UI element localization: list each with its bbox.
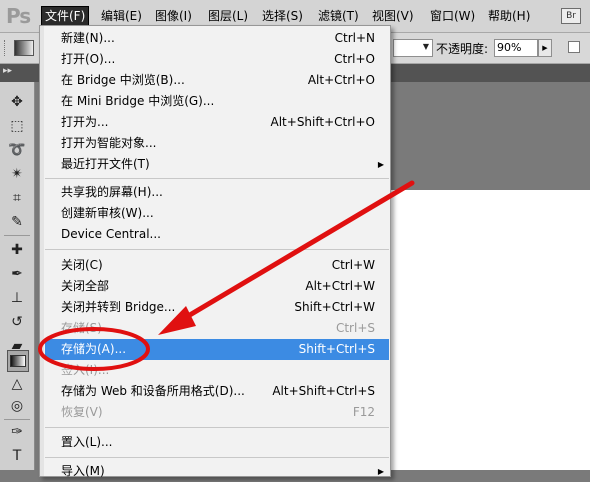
menu-item-new[interactable]: 新建(N)... Ctrl+N	[45, 28, 389, 49]
marquee-icon[interactable]: ⬚	[7, 116, 27, 136]
menu-item-open-as[interactable]: 打开为... Alt+Shift+Ctrl+O	[45, 112, 389, 133]
menu-item-place[interactable]: 置入(L)...	[45, 432, 389, 453]
lasso-icon[interactable]: ➰	[7, 140, 27, 160]
submenu-arrow-icon: ▶	[377, 160, 384, 169]
history-brush-icon[interactable]: ↺	[7, 312, 27, 332]
menu-separator	[45, 457, 389, 458]
bridge-launch-button[interactable]: Br	[561, 8, 581, 24]
option-checkbox[interactable]	[568, 41, 580, 53]
workspace-background	[374, 82, 590, 190]
menu-item-device-central[interactable]: Device Central...	[45, 224, 389, 245]
healing-brush-icon[interactable]: ✚	[7, 240, 27, 260]
chevron-down-icon: ▼	[422, 42, 429, 51]
menu-layer[interactable]: 图层(L)	[205, 7, 251, 25]
menu-item-close[interactable]: 关闭(C) Ctrl+W	[45, 255, 389, 276]
menu-separator	[45, 427, 389, 428]
menu-item-close-all[interactable]: 关闭全部 Alt+Ctrl+W	[45, 276, 389, 297]
menu-item-share-screen[interactable]: 共享我的屏幕(H)...	[45, 182, 389, 203]
gradient-icon[interactable]	[7, 350, 29, 372]
photoshop-logo: Ps	[6, 4, 31, 28]
magic-wand-icon[interactable]: ✴	[7, 164, 27, 184]
file-menu: 新建(N)... Ctrl+N 打开(O)... Ctrl+O 在 Bridge…	[39, 25, 391, 478]
brush-icon[interactable]: ✒	[7, 264, 27, 284]
pen-icon[interactable]: ✑	[7, 422, 27, 442]
dodge-icon[interactable]: ◎	[7, 396, 27, 416]
blur-icon[interactable]: △	[7, 374, 27, 394]
type-icon[interactable]: T	[7, 446, 27, 466]
menu-item-close-go-bridge[interactable]: 关闭并转到 Bridge... Shift+Ctrl+W	[45, 297, 389, 318]
options-grip[interactable]	[4, 40, 7, 56]
menu-item-import[interactable]: 导入(M) ▶	[45, 461, 389, 482]
tool-divider	[4, 235, 30, 236]
menu-separator	[45, 249, 389, 250]
opacity-label: 不透明度:	[436, 42, 489, 56]
crop-icon[interactable]: ⌗	[7, 188, 27, 208]
menu-select[interactable]: 选择(S)	[259, 7, 306, 25]
menu-window[interactable]: 窗口(W)	[427, 7, 478, 25]
menu-item-open-smart-object[interactable]: 打开为智能对象...	[45, 133, 389, 154]
menu-item-revert: 恢复(V) F12	[61, 405, 375, 419]
menu-file[interactable]: 文件(F)	[41, 6, 90, 26]
mode-dropdown[interactable]: ▼	[393, 39, 433, 57]
menu-view[interactable]: 视图(V)	[369, 7, 417, 25]
menu-item-save: 存储(S) Ctrl+S	[61, 321, 375, 335]
tools-panel: ✥ ⬚ ➰ ✴ ⌗ ✎ ✚ ✒ ⊥ ↺ ▰ △ ◎ ✑ T	[0, 82, 35, 470]
menu-item-create-review[interactable]: 创建新审核(W)...	[45, 203, 389, 224]
menu-item-save-for-web[interactable]: 存储为 Web 和设备所用格式(D)... Alt+Shift+Ctrl+S	[45, 381, 389, 402]
menu-help[interactable]: 帮助(H)	[485, 7, 533, 25]
document-canvas[interactable]	[374, 190, 590, 470]
move-icon[interactable]: ✥	[7, 92, 27, 112]
menu-item-browse-mini-bridge[interactable]: 在 Mini Bridge 中浏览(G)...	[45, 91, 389, 112]
submenu-arrow-icon: ▶	[377, 467, 384, 476]
menu-separator	[45, 178, 389, 179]
menu-item-open[interactable]: 打开(O)... Ctrl+O	[45, 49, 389, 70]
clone-stamp-icon[interactable]: ⊥	[7, 288, 27, 308]
menu-filter[interactable]: 滤镜(T)	[315, 7, 362, 25]
gradient-preset-icon[interactable]	[14, 40, 34, 56]
tool-divider	[4, 419, 30, 420]
opacity-stepper[interactable]: ▶	[538, 39, 552, 57]
menu-item-save-as[interactable]: 存储为(A)... Shift+Ctrl+S	[45, 339, 389, 360]
menu-gutter	[40, 26, 44, 476]
menu-item-recent-files[interactable]: 最近打开文件(T) ▶	[45, 154, 389, 175]
menu-edit[interactable]: 编辑(E)	[98, 7, 145, 25]
collapse-icon[interactable]: ▸▸	[3, 66, 12, 76]
opacity-input[interactable]: 90%	[494, 39, 538, 57]
menu-image[interactable]: 图像(I)	[152, 7, 195, 25]
menu-item-check-in: 签入(I)...	[61, 363, 110, 377]
menu-item-browse-bridge[interactable]: 在 Bridge 中浏览(B)... Alt+Ctrl+O	[45, 70, 389, 91]
eyedropper-icon[interactable]: ✎	[7, 212, 27, 232]
